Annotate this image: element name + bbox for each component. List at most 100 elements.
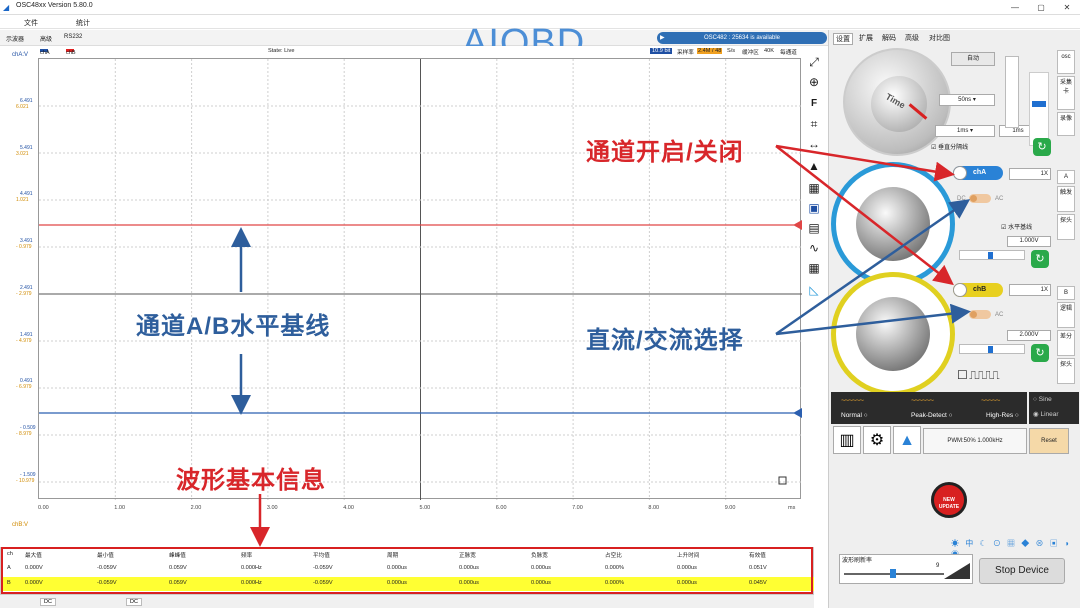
side-tab-b[interactable]: B xyxy=(1057,286,1075,300)
time-start-select[interactable]: 1ms ▾ xyxy=(935,125,995,137)
chevron-down-icon: ▾ xyxy=(970,128,974,134)
panel-tabs: 设置 扩展 解码 高级 对比图 xyxy=(829,30,1080,45)
left-axis: chA:V 6.491 6.021 5.491 3.021 4.491 1.021 3.49… xyxy=(0,48,38,538)
mode-normal[interactable]: Normal ○ xyxy=(841,412,868,419)
save-icon[interactable]: ▣ xyxy=(805,200,823,216)
annotation-channel-toggle: 通道开启/关闭 xyxy=(586,139,744,166)
cha-reset-icon[interactable]: ↻ xyxy=(1031,250,1049,268)
triangle-icon[interactable]: ◺ xyxy=(805,282,823,298)
mode-sine[interactable]: ○ Sine xyxy=(1033,396,1052,403)
window-title: OSC48xx Version 5.80.0 xyxy=(16,2,93,9)
chb-probe-select[interactable]: 1X xyxy=(1009,284,1051,296)
tab-compare[interactable]: 对比图 xyxy=(929,33,950,43)
cha-probe-select[interactable]: 1X xyxy=(1009,168,1051,180)
cha-offset-input[interactable]: 1.000V xyxy=(1007,236,1051,247)
tab-extend[interactable]: 扩展 xyxy=(859,33,873,43)
new-update-badge[interactable]: NEW UPDATE xyxy=(931,482,967,518)
tab-settings[interactable]: 设置 xyxy=(833,33,853,45)
mode-highres[interactable]: High-Res ○ xyxy=(986,412,1019,419)
measurement-cell-a: 0.000us xyxy=(459,565,479,571)
chb-offset-input[interactable]: 2.000V xyxy=(1007,330,1051,341)
refresh-icon[interactable]: ↻ xyxy=(1033,138,1051,156)
chb-reset-icon[interactable]: ↻ xyxy=(1031,344,1049,362)
menu-file[interactable]: 文件 xyxy=(24,18,38,28)
cha-offset-slider[interactable] xyxy=(959,250,1025,260)
cursor-grid-icon[interactable]: ⌗ xyxy=(805,116,823,132)
tab-decode[interactable]: 解码 xyxy=(882,33,896,43)
cha-trace-marker[interactable] xyxy=(793,408,802,418)
cha-toggle[interactable]: chA xyxy=(953,166,1003,180)
tab-advanced[interactable]: 高级 xyxy=(40,34,52,43)
calculator-icon[interactable]: ▦ xyxy=(805,180,823,196)
cha-ac-label: AC xyxy=(995,196,1004,202)
stop-device-button[interactable]: Stop Device xyxy=(979,558,1065,584)
timebase-select[interactable]: 50ns ▾ xyxy=(939,94,995,106)
measurement-table: ch 最大值 最小值 峰峰值 频率 平均值 周期 正脉宽 负脉宽 占空比 上升时间 有效值 A 0.00… xyxy=(0,547,814,594)
tab-rs232[interactable]: RS232 xyxy=(64,34,82,40)
timebase-knob[interactable]: Time xyxy=(843,48,951,156)
cha-volt-knob[interactable] xyxy=(856,187,930,261)
side-tab-daq[interactable]: 采集卡 xyxy=(1057,76,1075,110)
side-tab-record[interactable]: 录像 xyxy=(1057,112,1075,136)
time-start-value: 1ms xyxy=(956,128,969,134)
measurement-cell-a: 0.000V xyxy=(25,565,43,571)
mode-linear[interactable]: ◉ Linear xyxy=(1033,410,1059,418)
mode-peak[interactable]: Peak-Detect ○ xyxy=(911,412,953,419)
device-status-pill[interactable]: ▶ OSC482 : 25634 is available xyxy=(657,32,827,44)
square-wave-icon[interactable]: ☐ ⎍⎍⎍⎍ xyxy=(957,368,1000,383)
side-tab-a[interactable]: A xyxy=(1057,170,1075,184)
pwm-button[interactable]: PWM:50% 1.000kHz xyxy=(923,428,1027,454)
measurement-cell-a: 0.000us xyxy=(531,565,551,571)
side-tab-diff[interactable]: 差分 xyxy=(1057,330,1075,356)
cha-dc-label: DC xyxy=(957,196,966,202)
chb-toggle[interactable]: chB xyxy=(953,283,1003,297)
measurement-cell-a: 0.000% xyxy=(605,565,624,571)
menu-stats[interactable]: 统计 xyxy=(76,18,90,28)
chb-offset-slider[interactable] xyxy=(959,344,1025,354)
minimize-button[interactable]: — xyxy=(1002,0,1028,15)
settings-gear-icon[interactable]: ⚙ xyxy=(863,426,891,454)
measurement-cell-b: 0.000% xyxy=(605,580,624,586)
close-button[interactable]: ✕ xyxy=(1054,0,1080,15)
refresh-rate-thumb[interactable] xyxy=(890,569,896,578)
cha-baseline-checkbox[interactable]: ☑ 水平基线 xyxy=(1001,222,1032,231)
side-tab-probe-b[interactable]: 探头 xyxy=(1057,358,1075,384)
refresh-rate-label: 波形刷新率 xyxy=(842,558,873,564)
control-panel: 设置 扩展 解码 高级 对比图 Time 自动 50ns ▾ 1ms ▾ 1ms… xyxy=(828,30,1080,608)
side-tab-trigger[interactable]: 触发 xyxy=(1057,186,1075,212)
peak-wave-icon: ~~~~~~ xyxy=(911,396,934,405)
reset-button[interactable]: Reset xyxy=(1029,428,1069,454)
position-slider-thumb[interactable] xyxy=(1032,101,1046,107)
measurement-row-a: A 0.000V -0.059V 0.059V 0.000Hz -0.059V 0.000u… xyxy=(1,562,814,576)
side-tab-probe-a[interactable]: 探头 xyxy=(1057,214,1075,240)
fft-icon[interactable]: ▲ xyxy=(805,158,823,174)
chb-trace-marker[interactable] xyxy=(793,220,802,230)
plot-corner-checkbox[interactable] xyxy=(778,476,787,485)
waveform-icon[interactable]: ∿ xyxy=(805,240,823,256)
grid-icon[interactable]: ▦ xyxy=(805,260,823,276)
chb-volt-knob[interactable] xyxy=(856,297,930,371)
maximize-button[interactable]: ▢ xyxy=(1028,0,1054,15)
side-tab-logic[interactable]: 逻辑 xyxy=(1057,302,1075,328)
vertical-divider-checkbox[interactable]: ☑ 垂直分隔线 xyxy=(931,142,968,151)
tab-oscilloscope[interactable]: 示波器 xyxy=(6,34,24,43)
zoom-in-icon[interactable]: ⊕ xyxy=(805,74,823,90)
x-tick: 5.00 xyxy=(419,505,431,511)
chb-coupling-switch[interactable] xyxy=(969,310,991,319)
horizontal-measure-icon[interactable]: ↔ xyxy=(805,136,823,152)
chb-offset-thumb xyxy=(988,346,993,353)
tab-advanced-panel[interactable]: 高级 xyxy=(905,33,919,43)
auto-button[interactable]: 自动 xyxy=(951,52,995,66)
fit-screen-icon[interactable]: ⤢ xyxy=(805,54,823,70)
cha-coupling-switch[interactable] xyxy=(969,194,991,203)
f-icon[interactable]: F xyxy=(805,96,823,112)
histogram-icon[interactable]: ▥ xyxy=(833,426,861,454)
measurement-row-b: B 0.000V -0.059V 0.059V 0.000Hz -0.059V 0.000u… xyxy=(1,577,814,591)
side-tab-osc[interactable]: osc xyxy=(1057,50,1075,74)
waveform-plot[interactable] xyxy=(38,58,802,500)
position-slider[interactable] xyxy=(1029,72,1049,146)
spectrum-icon[interactable]: ▲ xyxy=(893,426,921,454)
image-icon[interactable]: ▤ xyxy=(805,220,823,236)
chevron-down-icon: ▾ xyxy=(972,97,976,103)
timebase-slider-track[interactable] xyxy=(1005,56,1019,128)
